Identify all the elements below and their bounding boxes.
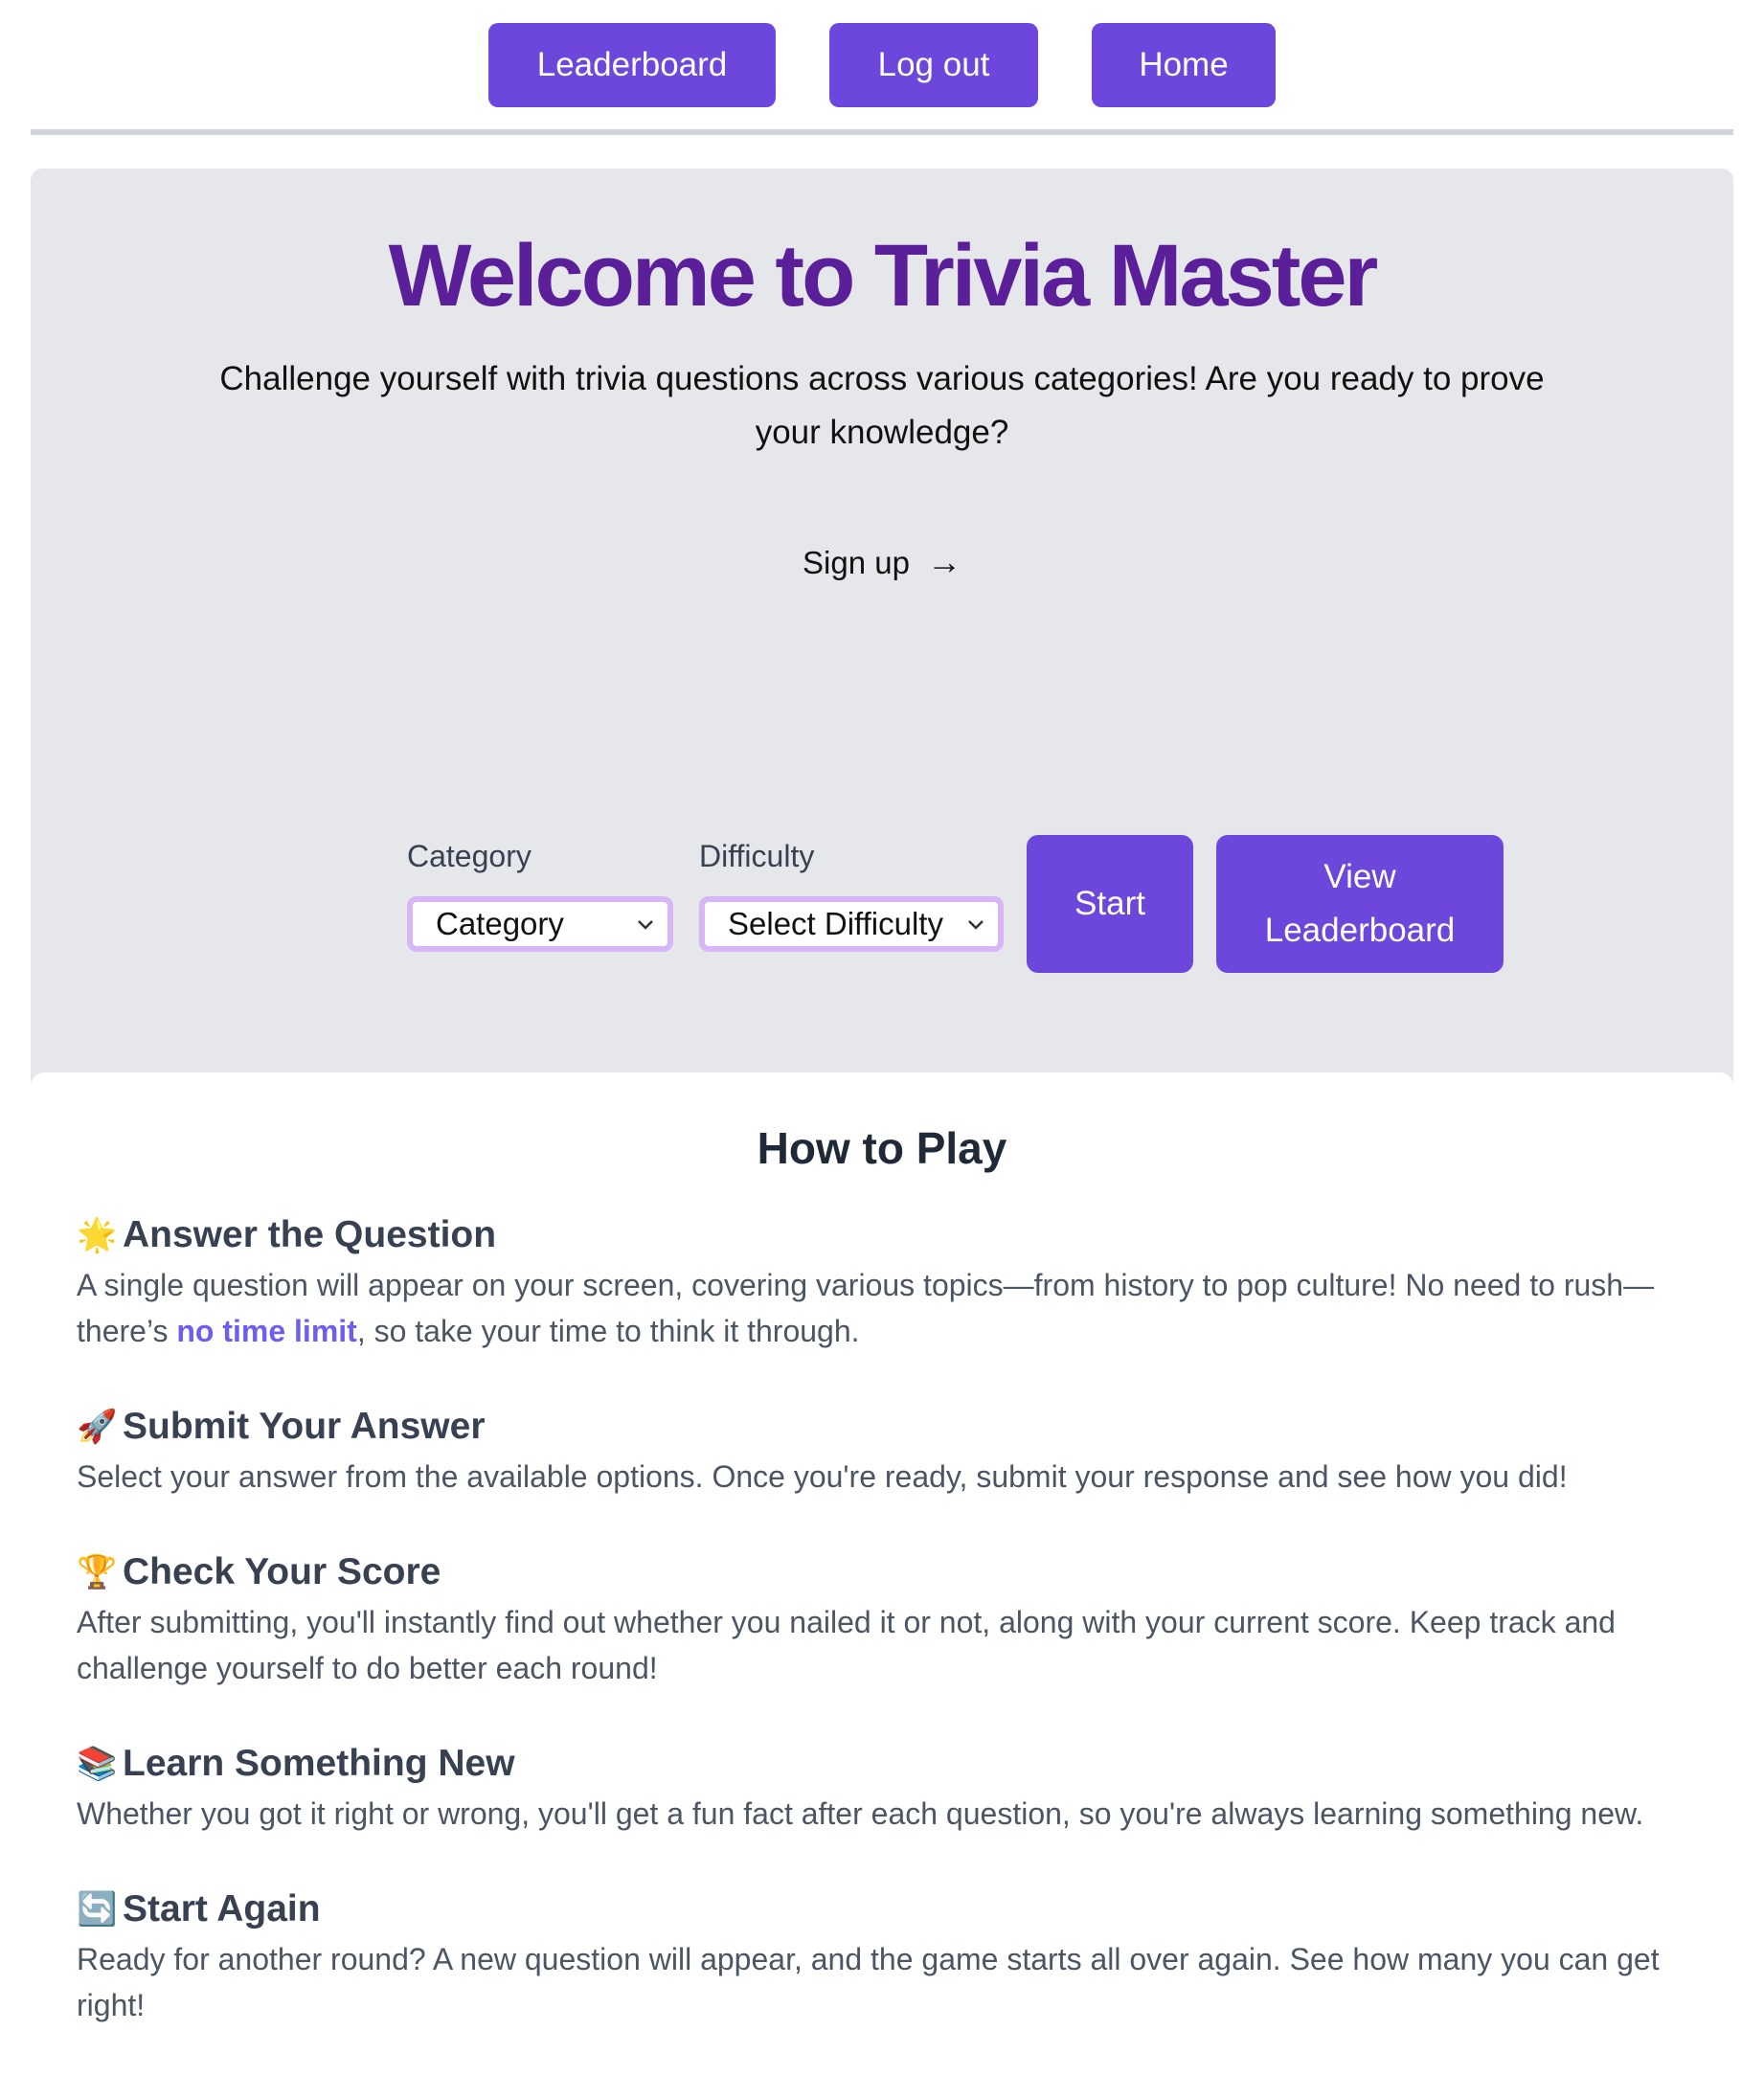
top-nav: Leaderboard Log out Home [0, 23, 1764, 107]
difficulty-label: Difficulty [699, 839, 815, 873]
arrow-right-icon: → [926, 542, 961, 581]
view-leaderboard-label: View Leaderboard [1265, 850, 1456, 958]
no-time-limit-highlight: no time limit [176, 1314, 357, 1348]
step-heading: Learn Something New [123, 1743, 515, 1784]
signup-link[interactable]: Sign up → [31, 542, 1733, 582]
books-icon: 📚 [77, 1746, 118, 1782]
signup-label: Sign up [803, 545, 910, 580]
category-label: Category [407, 839, 531, 873]
step-text: Ready for another round? A new question … [77, 1942, 1660, 2022]
step-text: A single question will appear on your sc… [77, 1262, 1714, 1354]
step-heading: Check Your Score [123, 1551, 441, 1592]
leaderboard-button[interactable]: Leaderboard [488, 23, 776, 107]
step-learn-something: 📚 Learn Something New Whether you got it… [77, 1737, 1714, 1837]
step-heading: Start Again [123, 1888, 321, 1929]
logout-button[interactable]: Log out [829, 23, 1038, 107]
difficulty-select[interactable]: Select Difficulty [699, 896, 1004, 952]
star-icon: 🌟 [77, 1217, 118, 1253]
hero-section: Welcome to Trivia Master Challenge yours… [31, 169, 1733, 1126]
step-start-again: 🔄 Start Again Ready for another round? A… [77, 1883, 1714, 2028]
how-to-play-section: How to Play 🌟 Answer the Question A sing… [31, 1072, 1733, 2076]
page: Leaderboard Log out Home Welcome to Triv… [0, 0, 1764, 2076]
nav-divider [31, 129, 1733, 135]
start-button[interactable]: Start [1027, 835, 1193, 973]
view-leaderboard-button[interactable]: View Leaderboard [1216, 835, 1504, 973]
chevron-down-icon [637, 912, 654, 936]
home-button[interactable]: Home [1092, 23, 1276, 107]
start-button-label: Start [1074, 885, 1145, 922]
restart-icon: 🔄 [77, 1891, 118, 1928]
view-leaderboard-line2: Leaderboard [1264, 912, 1456, 949]
step-heading: Submit Your Answer [123, 1406, 486, 1447]
step-submit-answer: 🚀 Submit Your Answer Select your answer … [77, 1400, 1714, 1500]
rocket-icon: 🚀 [77, 1409, 118, 1445]
step-check-score: 🏆 Check Your Score After submitting, you… [77, 1546, 1714, 1691]
view-leaderboard-line1: View [1323, 858, 1396, 895]
page-title: Welcome to Trivia Master [388, 227, 1379, 325]
category-select[interactable]: Category [407, 896, 673, 952]
step-text: After submitting, you'll instantly find … [77, 1605, 1616, 1685]
trophy-icon: 🏆 [77, 1554, 118, 1591]
step-heading: Answer the Question [123, 1214, 497, 1255]
hero-subtitle: Challenge yourself with trivia questions… [219, 360, 1545, 451]
chevron-down-icon [967, 912, 984, 936]
category-select-value: Category [436, 906, 564, 941]
step-text-part: , so take your time to think it through. [356, 1314, 860, 1348]
step-text: Select your answer from the available op… [77, 1459, 1568, 1494]
step-text: Whether you got it right or wrong, you'l… [77, 1796, 1644, 1831]
difficulty-select-value: Select Difficulty [728, 906, 943, 941]
step-answer-question: 🌟 Answer the Question A single question … [77, 1208, 1714, 1354]
how-to-play-title: How to Play [757, 1123, 1007, 1173]
